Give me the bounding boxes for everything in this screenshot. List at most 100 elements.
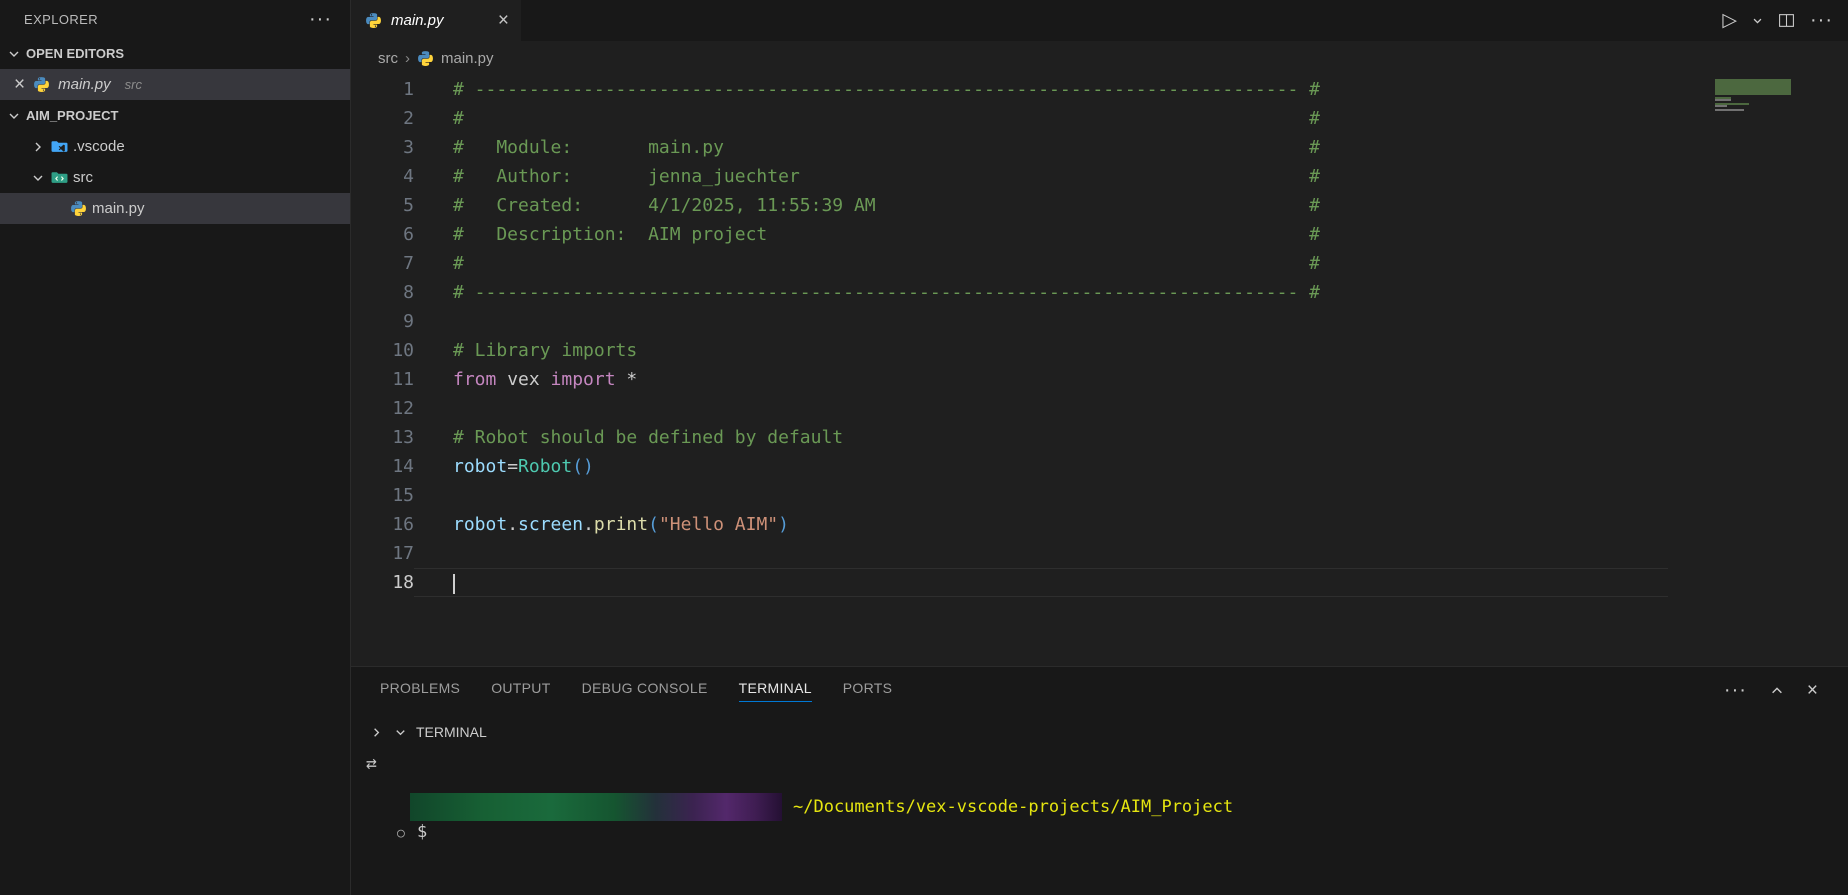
editor-actions: ▷ ···	[1722, 0, 1848, 41]
minimap[interactable]	[1715, 79, 1795, 115]
vscode-window: EXPLORER ··· OPEN EDITORS × main.py src …	[0, 0, 1848, 895]
close-editor-icon[interactable]: ×	[14, 75, 25, 94]
editor-more-actions-icon[interactable]: ···	[1810, 9, 1833, 32]
panel-more-actions-icon[interactable]: ···	[1724, 679, 1747, 702]
terminal-cwd-path[interactable]: ~/Documents/vex-vscode-projects/AIM_Proj…	[793, 797, 1233, 817]
breadcrumb: src › main.py	[351, 41, 1848, 75]
code-editor[interactable]: 1 # -------------------------------------…	[351, 75, 1848, 666]
code-line-13[interactable]: 13# Robot should be defined by default	[351, 423, 1848, 452]
line-number[interactable]: 9	[351, 307, 414, 336]
terminal-prompt: $	[417, 822, 427, 842]
vex-banner-image	[410, 793, 782, 821]
line-text: # --------------------------------------…	[414, 278, 1320, 307]
panel-tab-output[interactable]: OUTPUT	[491, 680, 550, 702]
tab-bar: main.py × ▷ ···	[351, 0, 1848, 41]
chevron-down-icon	[6, 108, 22, 124]
code-line-12[interactable]: 12	[351, 394, 1848, 423]
tree-item-src[interactable]: src	[0, 162, 350, 193]
chevron-right-icon[interactable]	[368, 724, 384, 740]
panel-tab-problems[interactable]: PROBLEMS	[380, 680, 460, 702]
panel-tabs-row: PROBLEMS OUTPUT DEBUG CONSOLE TERMINAL P…	[351, 667, 1848, 714]
run-dropdown-icon[interactable]	[1752, 15, 1763, 26]
panel-tab-terminal[interactable]: TERMINAL	[739, 680, 812, 702]
tree-item-main-py[interactable]: main.py	[0, 193, 350, 224]
line-number[interactable]: 8	[351, 278, 414, 307]
code-line-1[interactable]: 1# -------------------------------------…	[351, 75, 1848, 104]
code-line-8[interactable]: 8# -------------------------------------…	[351, 278, 1848, 307]
line-number[interactable]: 2	[351, 104, 414, 133]
code-line-10[interactable]: 10# Library imports	[351, 336, 1848, 365]
breadcrumb-main-py[interactable]: main.py	[441, 50, 494, 67]
line-text: # Description: AIM project #	[414, 220, 1320, 249]
line-number[interactable]: 17	[351, 539, 414, 568]
line-text: # #	[414, 249, 1320, 278]
code-line-7[interactable]: 7# #	[351, 249, 1848, 278]
line-text: # Author: jenna_juechter #	[414, 162, 1320, 191]
open-editors-header[interactable]: OPEN EDITORS	[0, 38, 350, 69]
maximize-panel-icon[interactable]	[1770, 684, 1784, 698]
line-number[interactable]: 10	[351, 336, 414, 365]
open-editor-item-main-py[interactable]: × main.py src	[0, 69, 350, 100]
explorer-sidebar: EXPLORER ··· OPEN EDITORS × main.py src …	[0, 0, 351, 895]
run-button[interactable]: ▷	[1722, 9, 1737, 32]
minimap-line	[1715, 109, 1744, 111]
code-line-16[interactable]: 16robot.screen.print("Hello AIM")	[351, 510, 1848, 539]
code-line-6[interactable]: 6# Description: AIM project #	[351, 220, 1848, 249]
code-line-14[interactable]: 14robot=Robot()	[351, 452, 1848, 481]
open-editor-file-description: src	[125, 77, 142, 92]
chevron-down-icon[interactable]	[392, 724, 408, 740]
code-line-17[interactable]: 17	[351, 539, 1848, 568]
line-number[interactable]: 12	[351, 394, 414, 423]
panel-tab-ports[interactable]: PORTS	[843, 680, 892, 702]
line-number[interactable]: 4	[351, 162, 414, 191]
terminal-prompt-line[interactable]: ○ $	[351, 822, 1848, 846]
python-icon	[365, 12, 382, 29]
line-text	[414, 539, 453, 568]
code-line-2[interactable]: 2# #	[351, 104, 1848, 133]
line-number[interactable]: 18	[351, 568, 414, 597]
code-line-11[interactable]: 11from vex import *	[351, 365, 1848, 394]
close-tab-icon[interactable]: ×	[498, 11, 509, 30]
panel-tab-debug-console[interactable]: DEBUG CONSOLE	[582, 680, 708, 702]
close-panel-icon[interactable]: ×	[1807, 681, 1818, 700]
line-number[interactable]: 14	[351, 452, 414, 481]
terminal[interactable]: ⇄ ~/Documents/vex-vscode-projects/AIM_Pr…	[351, 750, 1848, 895]
code-line-9[interactable]: 9	[351, 307, 1848, 336]
terminal-section-label: TERMINAL	[416, 724, 487, 740]
line-number[interactable]: 13	[351, 423, 414, 452]
line-number[interactable]: 1	[351, 75, 414, 104]
minimap-line	[1715, 93, 1791, 95]
breadcrumb-src[interactable]: src	[378, 50, 398, 67]
sidebar-more-actions-icon[interactable]: ···	[309, 8, 332, 31]
code-line-3[interactable]: 3# Module: main.py #	[351, 133, 1848, 162]
tab-main-py[interactable]: main.py ×	[351, 0, 521, 41]
code-line-15[interactable]: 15	[351, 481, 1848, 510]
tree-item-label: .vscode	[73, 138, 125, 155]
line-number[interactable]: 15	[351, 481, 414, 510]
terminal-swap-icon[interactable]: ⇄	[366, 753, 377, 774]
code-lines: 1 # -------------------------------------…	[351, 75, 1848, 597]
tree-item-vscode[interactable]: .vscode	[0, 131, 350, 162]
split-editor-icon[interactable]	[1778, 12, 1795, 29]
line-number[interactable]: 16	[351, 510, 414, 539]
code-line-4[interactable]: 4# Author: jenna_juechter #	[351, 162, 1848, 191]
code-line-18[interactable]: 18	[351, 568, 1848, 597]
line-number[interactable]: 11	[351, 365, 414, 394]
line-text: from vex import *	[414, 365, 637, 394]
tree-item-label: src	[73, 169, 93, 186]
command-decoration-icon[interactable]: ○	[397, 826, 405, 841]
line-text: # Library imports	[414, 336, 637, 365]
line-number[interactable]: 6	[351, 220, 414, 249]
terminal-output-line: ~/Documents/vex-vscode-projects/AIM_Proj…	[410, 793, 1233, 821]
line-text: # #	[414, 104, 1320, 133]
open-editor-file-name: main.py	[58, 76, 111, 93]
project-folder-header[interactable]: AIM_PROJECT	[0, 100, 350, 131]
line-number[interactable]: 7	[351, 249, 414, 278]
explorer-title: EXPLORER	[24, 12, 98, 27]
chevron-down-icon	[30, 170, 46, 186]
editor-group: main.py × ▷ ··· src › main.py	[351, 0, 1848, 895]
terminal-section-header[interactable]: TERMINAL	[351, 714, 1848, 750]
line-number[interactable]: 5	[351, 191, 414, 220]
code-line-5[interactable]: 5# Created: 4/1/2025, 11:55:39 AM #	[351, 191, 1848, 220]
line-number[interactable]: 3	[351, 133, 414, 162]
